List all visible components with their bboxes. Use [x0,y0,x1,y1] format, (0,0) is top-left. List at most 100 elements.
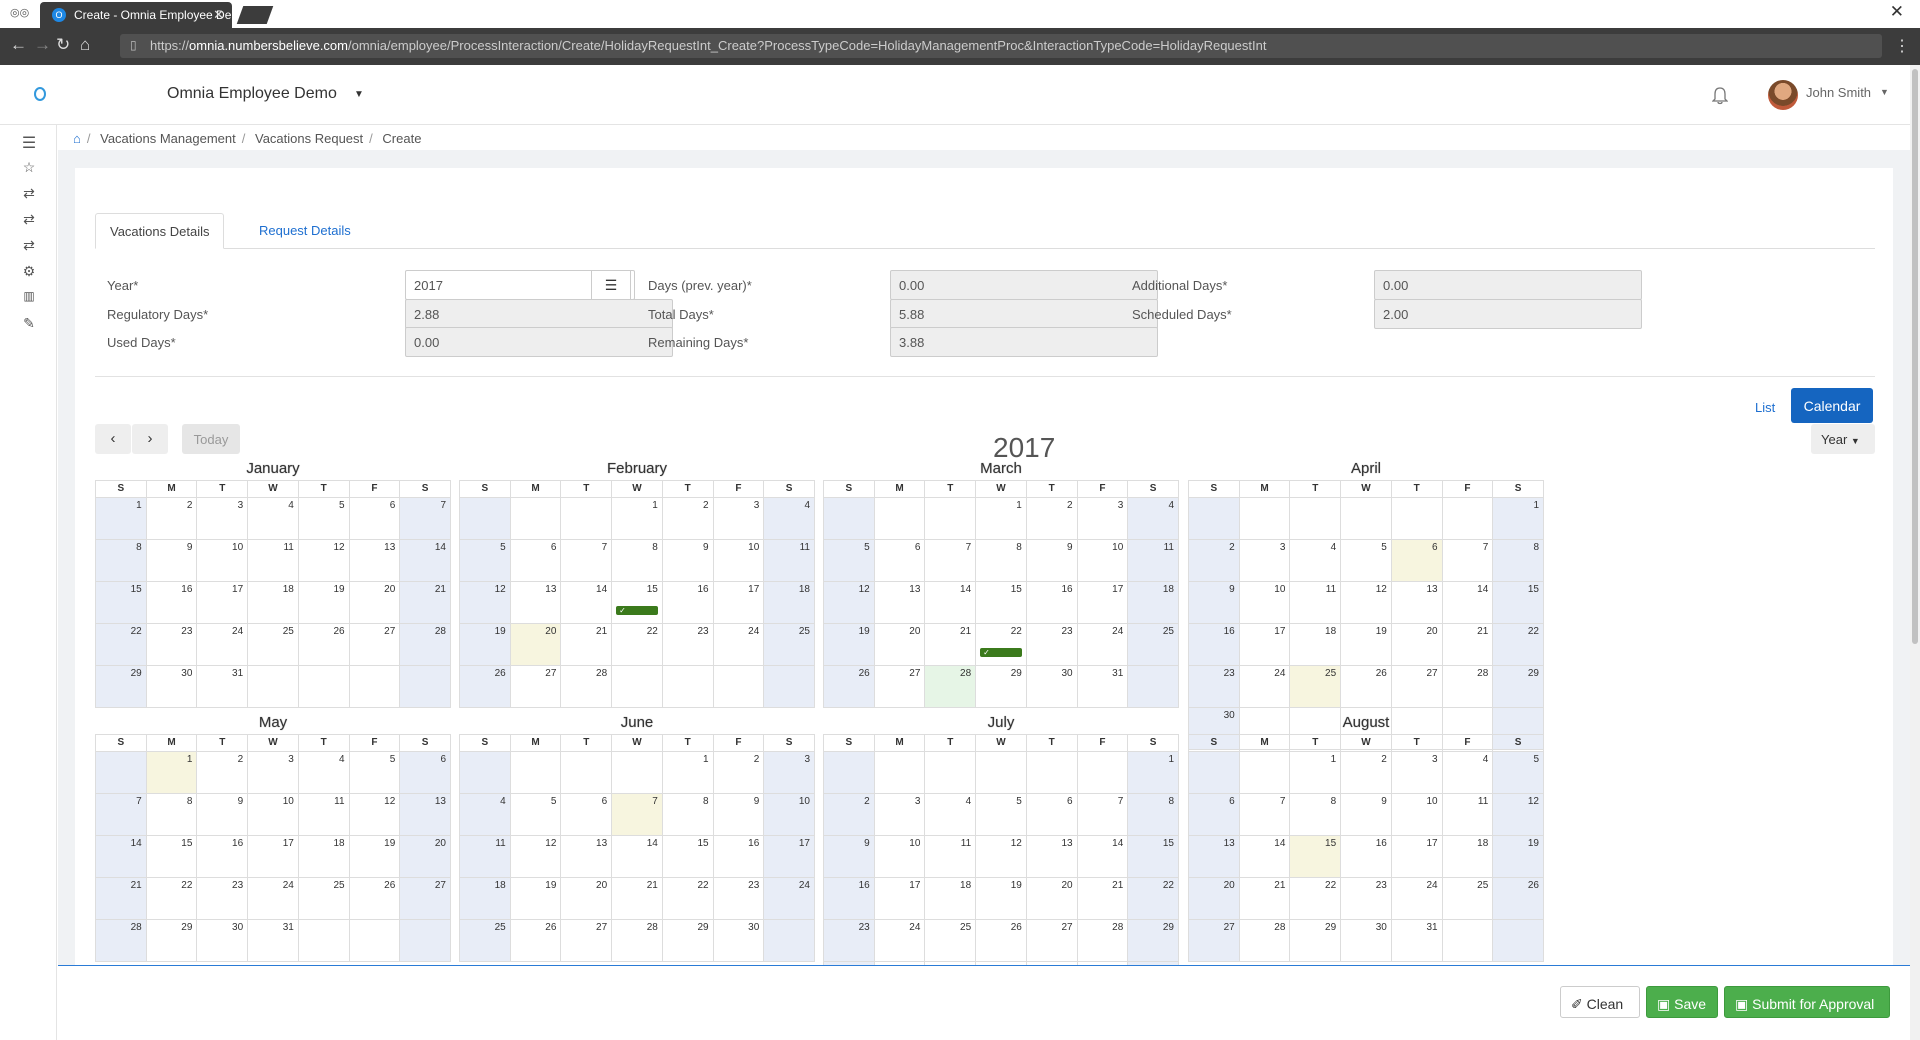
calendar-day[interactable]: 13 [349,540,401,582]
calendar-day[interactable]: 20 [349,582,401,624]
calendar-day[interactable]: 12 [824,582,875,624]
calendar-day[interactable]: 12 [298,540,350,582]
prev-year-button[interactable]: ‹ [95,424,131,454]
tab-request-details[interactable]: Request Details [245,213,365,249]
calendar-day[interactable]: 29 [976,666,1027,708]
calendar-day[interactable]: 24 [248,878,299,920]
calendar-day[interactable]: 6 [561,794,613,836]
calendar-day[interactable]: 1 [976,498,1027,540]
calendar-day[interactable]: 5 [824,540,875,582]
calendar-day[interactable]: 11 [460,836,511,878]
calendar-day[interactable]: 25 [764,624,815,666]
calendar-day[interactable]: 3 [764,752,815,794]
app-switch-caret-icon[interactable]: ▼ [354,89,364,100]
calendar-day[interactable]: 13 [1026,836,1078,878]
calendar-day[interactable]: 20 [1189,878,1240,920]
calendar-day[interactable]: 13 [874,582,926,624]
calendar-day[interactable]: 6 [1391,540,1443,582]
calendar-day[interactable]: 24 [713,624,765,666]
calendar-day[interactable]: 22 [1493,624,1544,666]
calendar-day[interactable]: 28 [561,666,613,708]
calendar-day[interactable]: 7 [925,540,977,582]
calendar-day[interactable]: 29 [1290,920,1342,962]
calendar-day[interactable]: 14 [1442,582,1494,624]
calendar-day[interactable]: 19 [349,836,401,878]
calendar-day[interactable]: 28 [925,666,977,708]
calendar-day[interactable]: 17 [248,836,299,878]
calendar-day[interactable]: 17 [197,582,249,624]
calendar-day[interactable]: 30 [1026,666,1078,708]
calendar-day[interactable]: 3 [874,794,926,836]
calendar-day[interactable]: 29 [662,920,714,962]
calendar-day[interactable]: 9 [1341,794,1392,836]
calendar-day[interactable]: 4 [1128,498,1179,540]
calendar-day[interactable]: 15 [146,836,198,878]
calendar-day[interactable]: 21 [1077,878,1129,920]
calendar-day[interactable]: 28 [400,624,451,666]
calendar-day[interactable]: 26 [976,920,1027,962]
list-view-link[interactable]: List [1755,400,1775,415]
calendar-day[interactable]: 4 [460,794,511,836]
save-button[interactable]: ▣ Save [1646,986,1718,1018]
calendar-day[interactable]: 19 [824,624,875,666]
browser-tab[interactable]: O Create - Omnia Employee Demo ✕ [40,2,232,28]
calendar-day[interactable]: 4 [764,498,815,540]
calendar-day[interactable]: 19 [510,878,562,920]
calendar-day[interactable]: 23 [1341,878,1392,920]
calendar-day[interactable]: 20 [874,624,926,666]
calendar-day[interactable]: 27 [349,624,401,666]
calendar-day[interactable]: 28 [1442,666,1494,708]
user-avatar[interactable] [1768,80,1798,110]
calendar-day[interactable]: 14 [612,836,663,878]
calendar-day[interactable]: 8 [662,794,714,836]
calendar-day[interactable]: 5 [976,794,1027,836]
calendar-day[interactable]: 17 [1239,624,1291,666]
calendar-day[interactable]: 28 [1239,920,1291,962]
calendar-day[interactable]: 15 ✓ [612,582,663,624]
calendar-day[interactable]: 23 [662,624,714,666]
calendar-day[interactable]: 31 [197,666,249,708]
calendar-day[interactable]: 19 [1341,624,1392,666]
calendar-day[interactable]: 16 [1189,624,1240,666]
user-menu-caret-icon[interactable]: ▼ [1880,87,1889,97]
calendar-day[interactable]: 11 [764,540,815,582]
calendar-day[interactable]: 7 [612,794,663,836]
calendar-day[interactable]: 17 [1391,836,1443,878]
calendar-day[interactable]: 14 [400,540,451,582]
calendar-day[interactable]: 18 [298,836,350,878]
calendar-day[interactable]: 6 [1026,794,1078,836]
calendar-day[interactable]: 9 [824,836,875,878]
calendar-day[interactable]: 19 [1493,836,1544,878]
page-scrollbar[interactable] [1910,65,1920,1040]
calendar-day[interactable]: 1 [612,498,663,540]
calendar-view-button[interactable]: Calendar [1791,388,1873,423]
calendar-day[interactable]: 2 [1189,540,1240,582]
next-year-button[interactable]: › [132,424,168,454]
back-icon[interactable]: ← [10,35,27,55]
calendar-day[interactable]: 1 [146,752,198,794]
calendar-day[interactable]: 9 [1189,582,1240,624]
calendar-day[interactable]: 1 [1493,498,1544,540]
calendar-day[interactable]: 1 [1128,752,1179,794]
calendar-day[interactable]: 22 [146,878,198,920]
calendar-day[interactable]: 5 [298,498,350,540]
calendar-day[interactable]: 14 [96,836,147,878]
calendar-day[interactable]: 10 [874,836,926,878]
calendar-day[interactable]: 4 [925,794,977,836]
calendar-day[interactable]: 20 [1391,624,1443,666]
tab-vacations-details[interactable]: Vacations Details [95,213,225,249]
calendar-day[interactable]: 29 [1128,920,1179,962]
calendar-day[interactable]: 27 [1026,920,1078,962]
calendar-day[interactable]: 22 [1290,878,1342,920]
calendar-day[interactable]: 6 [349,498,401,540]
calendar-day[interactable]: 17 [713,582,765,624]
calendar-day[interactable]: 3 [197,498,249,540]
calendar-day[interactable]: 18 [248,582,299,624]
calendar-day[interactable]: 11 [248,540,299,582]
calendar-day[interactable]: 18 [1290,624,1342,666]
calendar-day[interactable]: 2 [1026,498,1078,540]
calendar-day[interactable]: 6 [874,540,926,582]
calendar-day[interactable]: 24 [1391,878,1443,920]
calendar-day[interactable]: 12 [460,582,511,624]
calendar-day[interactable]: 17 [1077,582,1129,624]
